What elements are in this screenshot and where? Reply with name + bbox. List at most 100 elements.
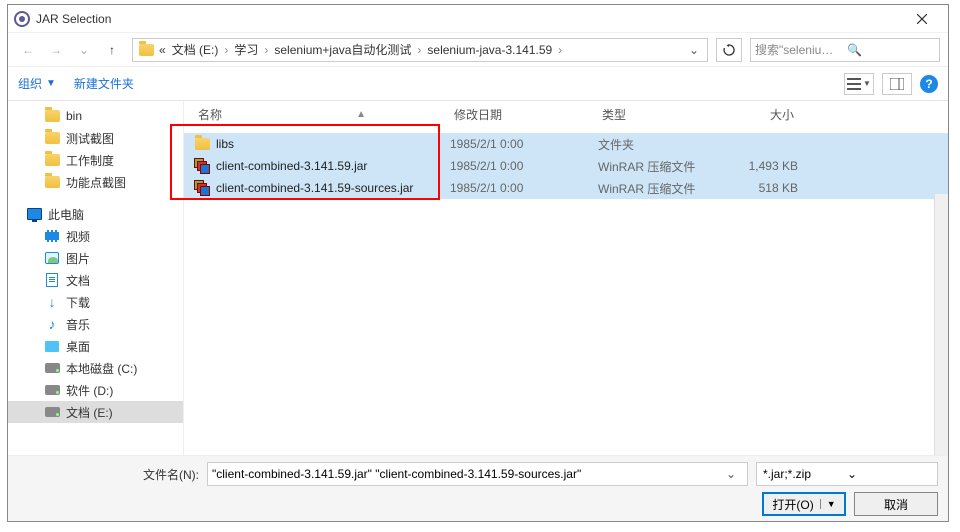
filename-dropdown-icon[interactable]: ⌄ [719, 467, 743, 481]
sidebar-label: 视频 [66, 228, 90, 245]
column-type[interactable]: 类型 [598, 106, 718, 123]
breadcrumb-seg-3[interactable]: selenium+java自动化测试 [272, 41, 413, 58]
sidebar-label: 桌面 [66, 338, 90, 355]
sidebar-item-drivee[interactable]: 文档 (E:) [8, 401, 183, 423]
sidebar-item-down[interactable]: ↓ 下载 [8, 291, 183, 313]
sidebar-label: bin [66, 109, 82, 123]
column-headers[interactable]: 名称▲ 修改日期 类型 大小 [184, 101, 948, 127]
sidebar-item-drivec[interactable]: 本地磁盘 (C:) [8, 357, 183, 379]
sidebar-item-drived[interactable]: 软件 (D:) [8, 379, 183, 401]
sidebar-item-funcshot[interactable]: 功能点截图 [8, 171, 183, 193]
open-button[interactable]: 打开(O) ▼ [762, 492, 846, 516]
folder-icon [194, 136, 210, 152]
sidebar-label: 测试截图 [66, 130, 114, 147]
sidebar-label: 下载 [66, 294, 90, 311]
up-button[interactable]: ↑ [100, 38, 124, 62]
recent-dropdown-icon[interactable]: ⌄ [72, 38, 96, 62]
sort-asc-icon: ▲ [356, 109, 366, 120]
filter-value: *.jar;*.zip [763, 467, 847, 481]
file-row[interactable]: client-combined-3.141.59-sources.jar 198… [184, 177, 948, 199]
file-name: client-combined-3.141.59.jar [216, 159, 367, 173]
close-button[interactable] [902, 7, 942, 31]
search-icon: 🔍 [847, 43, 935, 57]
column-size[interactable]: 大小 [718, 106, 798, 123]
toolbar: 组织 ▼ 新建文件夹 ▼ ? [8, 67, 948, 101]
file-date: 1985/2/1 0:00 [450, 137, 598, 151]
new-folder-button[interactable]: 新建文件夹 [74, 75, 134, 92]
sidebar: bin 测试截图 工作制度 功能点截图 此电脑 视频 图片 文档 ↓ 下载 ♪ 音乐… [8, 101, 184, 455]
archive-icon [194, 180, 210, 196]
new-folder-label: 新建文件夹 [74, 75, 134, 92]
sidebar-item-desktop[interactable]: 桌面 [8, 335, 183, 357]
jar-selection-dialog: JAR Selection ← → ⌄ ↑ « 文档 (E:) › 学习 › s… [7, 4, 949, 522]
open-split-icon[interactable]: ▼ [820, 499, 836, 509]
organize-menu[interactable]: 组织 ▼ [18, 75, 56, 92]
sidebar-label: 功能点截图 [66, 174, 126, 191]
breadcrumb-seg-2[interactable]: 学习 [232, 41, 260, 58]
refresh-button[interactable] [716, 38, 742, 62]
download-icon: ↓ [44, 294, 60, 310]
file-size: 518 KB [718, 181, 798, 195]
sidebar-item-video[interactable]: 视频 [8, 225, 183, 247]
search-placeholder: 搜索"selenium-java-3.141.59" [755, 41, 843, 58]
file-row[interactable]: libs 1985/2/1 0:00 文件夹 [184, 133, 948, 155]
sidebar-label: 工作制度 [66, 152, 114, 169]
file-row[interactable]: client-combined-3.141.59.jar 1985/2/1 0:… [184, 155, 948, 177]
breadcrumb-bar[interactable]: « 文档 (E:) › 学习 › selenium+java自动化测试 › se… [132, 38, 708, 62]
sidebar-label: 文档 [66, 272, 90, 289]
chevron-down-icon: ⌄ [847, 467, 931, 481]
app-icon [14, 11, 30, 27]
scrollbar-vertical[interactable] [934, 194, 948, 455]
sidebar-item-bin[interactable]: bin [8, 105, 183, 127]
help-button[interactable]: ? [920, 75, 938, 93]
sidebar-item-thispc[interactable]: 此电脑 [8, 203, 183, 225]
filetype-filter[interactable]: *.jar;*.zip ⌄ [756, 462, 938, 486]
forward-button[interactable]: → [44, 38, 68, 62]
breadcrumb-ellipsis[interactable]: « [157, 43, 168, 57]
file-type: 文件夹 [598, 136, 718, 153]
column-date[interactable]: 修改日期 [450, 106, 598, 123]
sidebar-item-music[interactable]: ♪ 音乐 [8, 313, 183, 335]
chevron-right-icon: › [556, 43, 564, 57]
sidebar-item-pic[interactable]: 图片 [8, 247, 183, 269]
folder-icon [137, 41, 155, 59]
sidebar-label: 此电脑 [48, 206, 84, 223]
cancel-label: 取消 [884, 496, 908, 513]
search-input[interactable]: 搜索"selenium-java-3.141.59" 🔍 [750, 38, 940, 62]
filename-input-wrap: ⌄ [207, 462, 748, 486]
file-list-area: 名称▲ 修改日期 类型 大小 libs 1985/2/1 0:00 文件夹 cl… [184, 101, 948, 455]
open-label: 打开(O) [772, 496, 813, 513]
dialog-title: JAR Selection [36, 12, 902, 26]
sidebar-label: 软件 (D:) [66, 382, 113, 399]
breadcrumb-seg-4[interactable]: selenium-java-3.141.59 [425, 43, 554, 57]
cancel-button[interactable]: 取消 [854, 492, 938, 516]
nav-row: ← → ⌄ ↑ « 文档 (E:) › 学习 › selenium+java自动… [8, 33, 948, 67]
column-name[interactable]: 名称▲ [194, 106, 450, 123]
preview-pane-button[interactable] [882, 73, 912, 95]
filename-input[interactable] [212, 467, 719, 481]
footer: 文件名(N): ⌄ *.jar;*.zip ⌄ 打开(O) ▼ 取消 [8, 455, 948, 521]
chevron-down-icon: ▼ [46, 78, 56, 89]
file-name: libs [216, 137, 234, 151]
rows-container: libs 1985/2/1 0:00 文件夹 client-combined-3… [184, 127, 948, 455]
sidebar-label: 图片 [66, 250, 90, 267]
music-icon: ♪ [44, 316, 60, 332]
sidebar-item-doc[interactable]: 文档 [8, 269, 183, 291]
body: bin 测试截图 工作制度 功能点截图 此电脑 视频 图片 文档 ↓ 下载 ♪ 音乐… [8, 101, 948, 455]
file-type: WinRAR 压缩文件 [598, 180, 718, 197]
filename-label: 文件名(N): [134, 466, 199, 483]
titlebar: JAR Selection [8, 5, 948, 33]
breadcrumb-seg-1[interactable]: 文档 (E:) [170, 41, 221, 58]
sidebar-label: 文档 (E:) [66, 404, 113, 421]
chevron-right-icon: › [415, 43, 423, 57]
back-button[interactable]: ← [16, 38, 40, 62]
organize-label: 组织 [18, 75, 42, 92]
breadcrumb-dropdown-icon[interactable]: ⌄ [685, 43, 703, 57]
sidebar-label: 音乐 [66, 316, 90, 333]
view-options-button[interactable]: ▼ [844, 73, 874, 95]
file-type: WinRAR 压缩文件 [598, 158, 718, 175]
archive-icon [194, 158, 210, 174]
toolbar-right: ▼ ? [844, 73, 938, 95]
sidebar-item-testshot[interactable]: 测试截图 [8, 127, 183, 149]
sidebar-item-workrule[interactable]: 工作制度 [8, 149, 183, 171]
